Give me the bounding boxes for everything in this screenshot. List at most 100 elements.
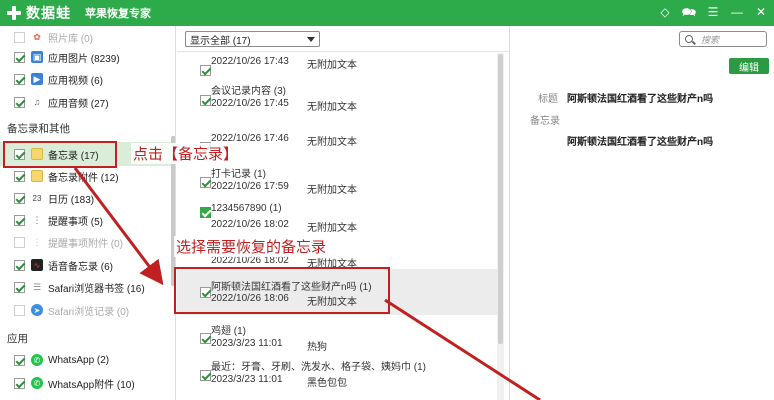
minimize-icon[interactable]: — — [730, 5, 744, 19]
checkbox[interactable] — [14, 214, 25, 226]
photo-library-icon: ✿ — [33, 31, 41, 42]
note-date: 2022/10/26 17:59 — [211, 181, 289, 192]
search-input[interactable]: 搜索 — [679, 31, 767, 47]
sidebar-item-safari-history[interactable]: ➤ Safari浏览记录 (0) — [0, 299, 175, 321]
note-title: 打卡记录 (1) — [211, 169, 266, 180]
checkbox[interactable] — [14, 170, 25, 182]
checkbox[interactable] — [14, 31, 25, 43]
menu-icon[interactable]: ☰ — [706, 5, 720, 19]
title-label: 标题 — [538, 94, 558, 105]
checkbox[interactable] — [200, 333, 211, 344]
product-name: 苹果恢复专家 — [85, 8, 151, 20]
checkbox[interactable] — [14, 96, 25, 108]
note-tag: 无附加文本 — [307, 223, 357, 234]
note-tag: 无附加文本 — [307, 137, 357, 148]
list-scrollbar-thumb[interactable] — [498, 54, 503, 344]
filter-select[interactable]: 显示全部 (17) — [185, 31, 320, 47]
sidebar-item-label: 应用图片 (8239) — [48, 53, 120, 65]
highlight-box-notes — [3, 141, 117, 168]
checkbox[interactable] — [14, 304, 25, 316]
checkbox[interactable] — [200, 95, 211, 106]
sidebar-item-label: 提醒事项附件 (0) — [48, 238, 123, 250]
sidebar-item-app-audio[interactable]: ♫ 应用音频 (27) — [0, 91, 175, 113]
list-item[interactable]: 最近：牙膏、牙刷、洗发水、格子袋、姨妈巾 (1) 2023/3/23 11:01… — [177, 352, 497, 396]
note-title: 鸡翅 (1) — [211, 326, 246, 337]
close-icon[interactable]: ✕ — [754, 5, 768, 19]
sidebar-item-label: 应用视频 (6) — [48, 75, 103, 87]
plus-logo-icon — [6, 5, 22, 21]
checkbox[interactable] — [14, 377, 25, 389]
checkbox[interactable] — [14, 259, 25, 271]
window-controls: ◇ 🗪 ☰ — ✕ — [658, 5, 768, 19]
checkbox[interactable] — [14, 192, 25, 204]
calendar-icon: 23 — [32, 193, 42, 203]
reminders-icon: ⋮ — [32, 214, 42, 225]
sidebar-item-label: 照片库 (0) — [48, 33, 93, 45]
edit-button[interactable]: 编辑 — [729, 58, 769, 74]
note-title: 1234567890 (1) — [211, 203, 282, 214]
whatsapp-attachment-icon: ✆ — [31, 377, 43, 389]
search-placeholder: 搜索 — [701, 34, 720, 45]
sidebar-item-label: 提醒事项 (5) — [48, 216, 103, 228]
sidebar-item-label: 语音备忘录 (6) — [48, 261, 113, 273]
voice-memo-icon: ∿ — [31, 259, 43, 271]
checkbox[interactable] — [200, 177, 211, 188]
checkbox[interactable] — [200, 370, 211, 381]
app-image-icon: ▣ — [31, 51, 43, 63]
note-date: 2022/10/26 18:02 — [211, 219, 289, 230]
highlight-box-selected-note — [174, 267, 390, 314]
sidebar-item-voice-memos[interactable]: ∿ 语音备忘录 (6) — [0, 254, 175, 276]
checkbox[interactable] — [14, 51, 25, 63]
reminders-attachment-icon: ⋮ — [32, 236, 42, 247]
notes-list-pane: 显示全部 (17) 2022/10/26 17:43 无附加文本 会议记录内容 … — [177, 26, 510, 400]
note-date: 2022/10/26 17:43 — [211, 56, 289, 67]
note-title: 最近：牙膏、牙刷、洗发水、格子袋、姨妈巾 (1) — [211, 362, 426, 373]
note-tag: 热狗 — [307, 342, 327, 353]
sidebar-item-reminders-attachments[interactable]: ⋮ 提醒事项附件 (0) — [0, 231, 175, 253]
sidebar-item-notes-attachments[interactable]: 备忘录附件 (12) — [0, 165, 175, 187]
sidebar-item-label: 应用音频 (27) — [48, 98, 109, 110]
notes-attachment-icon — [31, 170, 43, 182]
sidebar-item-safari-bookmarks[interactable]: ☰ Safari浏览器书签 (16) — [0, 276, 175, 298]
memo-value: 阿斯顿法国红酒看了这些财产n吗 — [567, 137, 714, 148]
sidebar-item-app-images[interactable]: ▣ 应用图片 (8239) — [0, 46, 175, 68]
sidebar-item-whatsapp[interactable]: ✆ WhatsApp (2) — [0, 349, 175, 371]
safari-history-icon: ➤ — [31, 304, 43, 316]
sidebar-item-label: WhatsApp附件 (10) — [48, 379, 135, 391]
note-tag: 无附加文本 — [307, 185, 357, 196]
sidebar-item-reminders[interactable]: ⋮ 提醒事项 (5) — [0, 209, 175, 231]
sidebar-item-whatsapp-attachments[interactable]: ✆ WhatsApp附件 (10) — [0, 372, 175, 394]
sidebar-item-label: 日历 (183) — [48, 194, 95, 206]
title-bar: 数据蛙 苹果恢复专家 ◇ 🗪 ☰ — ✕ — [0, 0, 774, 26]
sidebar-item-label: Safari浏览器书签 (16) — [48, 283, 145, 295]
category-sidebar: ✿ 照片库 (0) ▣ 应用图片 (8239) ▶ 应用视频 (6) ♫ 应用音… — [0, 26, 176, 400]
sidebar-item-label: WhatsApp (2) — [48, 354, 110, 366]
memo-label: 备忘录 — [530, 116, 560, 127]
diamond-icon[interactable]: ◇ — [658, 5, 672, 19]
app-audio-icon: ♫ — [33, 97, 41, 107]
sidebar-item-label: Safari浏览记录 (0) — [48, 306, 130, 318]
checkbox[interactable] — [200, 65, 211, 76]
note-date: 2023/3/23 11:01 — [211, 374, 283, 385]
note-date: 2022/10/26 17:45 — [211, 98, 289, 109]
chevron-down-icon — [307, 37, 315, 42]
checkbox[interactable] — [14, 354, 25, 366]
app-window: 数据蛙 苹果恢复专家 ◇ 🗪 ☰ — ✕ ✿ 照片库 (0) ▣ 应用图片 (8… — [0, 0, 774, 400]
checkbox[interactable] — [14, 236, 25, 248]
note-tag: 无附加文本 — [307, 60, 357, 71]
logo: 数据蛙 — [6, 3, 71, 23]
checkbox[interactable] — [200, 207, 211, 218]
list-item[interactable]: 会议记录内容 (3) 2022/10/26 17:45 无附加文本 — [177, 76, 497, 120]
sidebar-item-app-videos[interactable]: ▶ 应用视频 (6) — [0, 68, 175, 90]
sidebar-item-photo-library[interactable]: ✿ 照片库 (0) — [0, 26, 175, 48]
chat-icon[interactable]: 🗪 — [682, 5, 697, 19]
checkbox[interactable] — [14, 73, 25, 85]
sidebar-item-calendar[interactable]: 23 日历 (183) — [0, 187, 175, 209]
app-video-icon: ▶ — [31, 73, 43, 85]
annotation-select-memo: 选择需要恢复的备忘录 — [174, 236, 329, 257]
brand-name: 数据蛙 — [26, 5, 71, 21]
list-item[interactable]: 1234567890 (1) 2022/10/26 18:02 无附加文本 — [177, 197, 497, 241]
checkbox[interactable] — [14, 281, 25, 293]
note-detail-pane: 搜索 编辑 标题 阿斯顿法国红酒看了这些财产n吗 备忘录 阿斯顿法国红酒看了这些… — [511, 26, 774, 400]
safari-bookmark-icon: ☰ — [32, 281, 42, 292]
